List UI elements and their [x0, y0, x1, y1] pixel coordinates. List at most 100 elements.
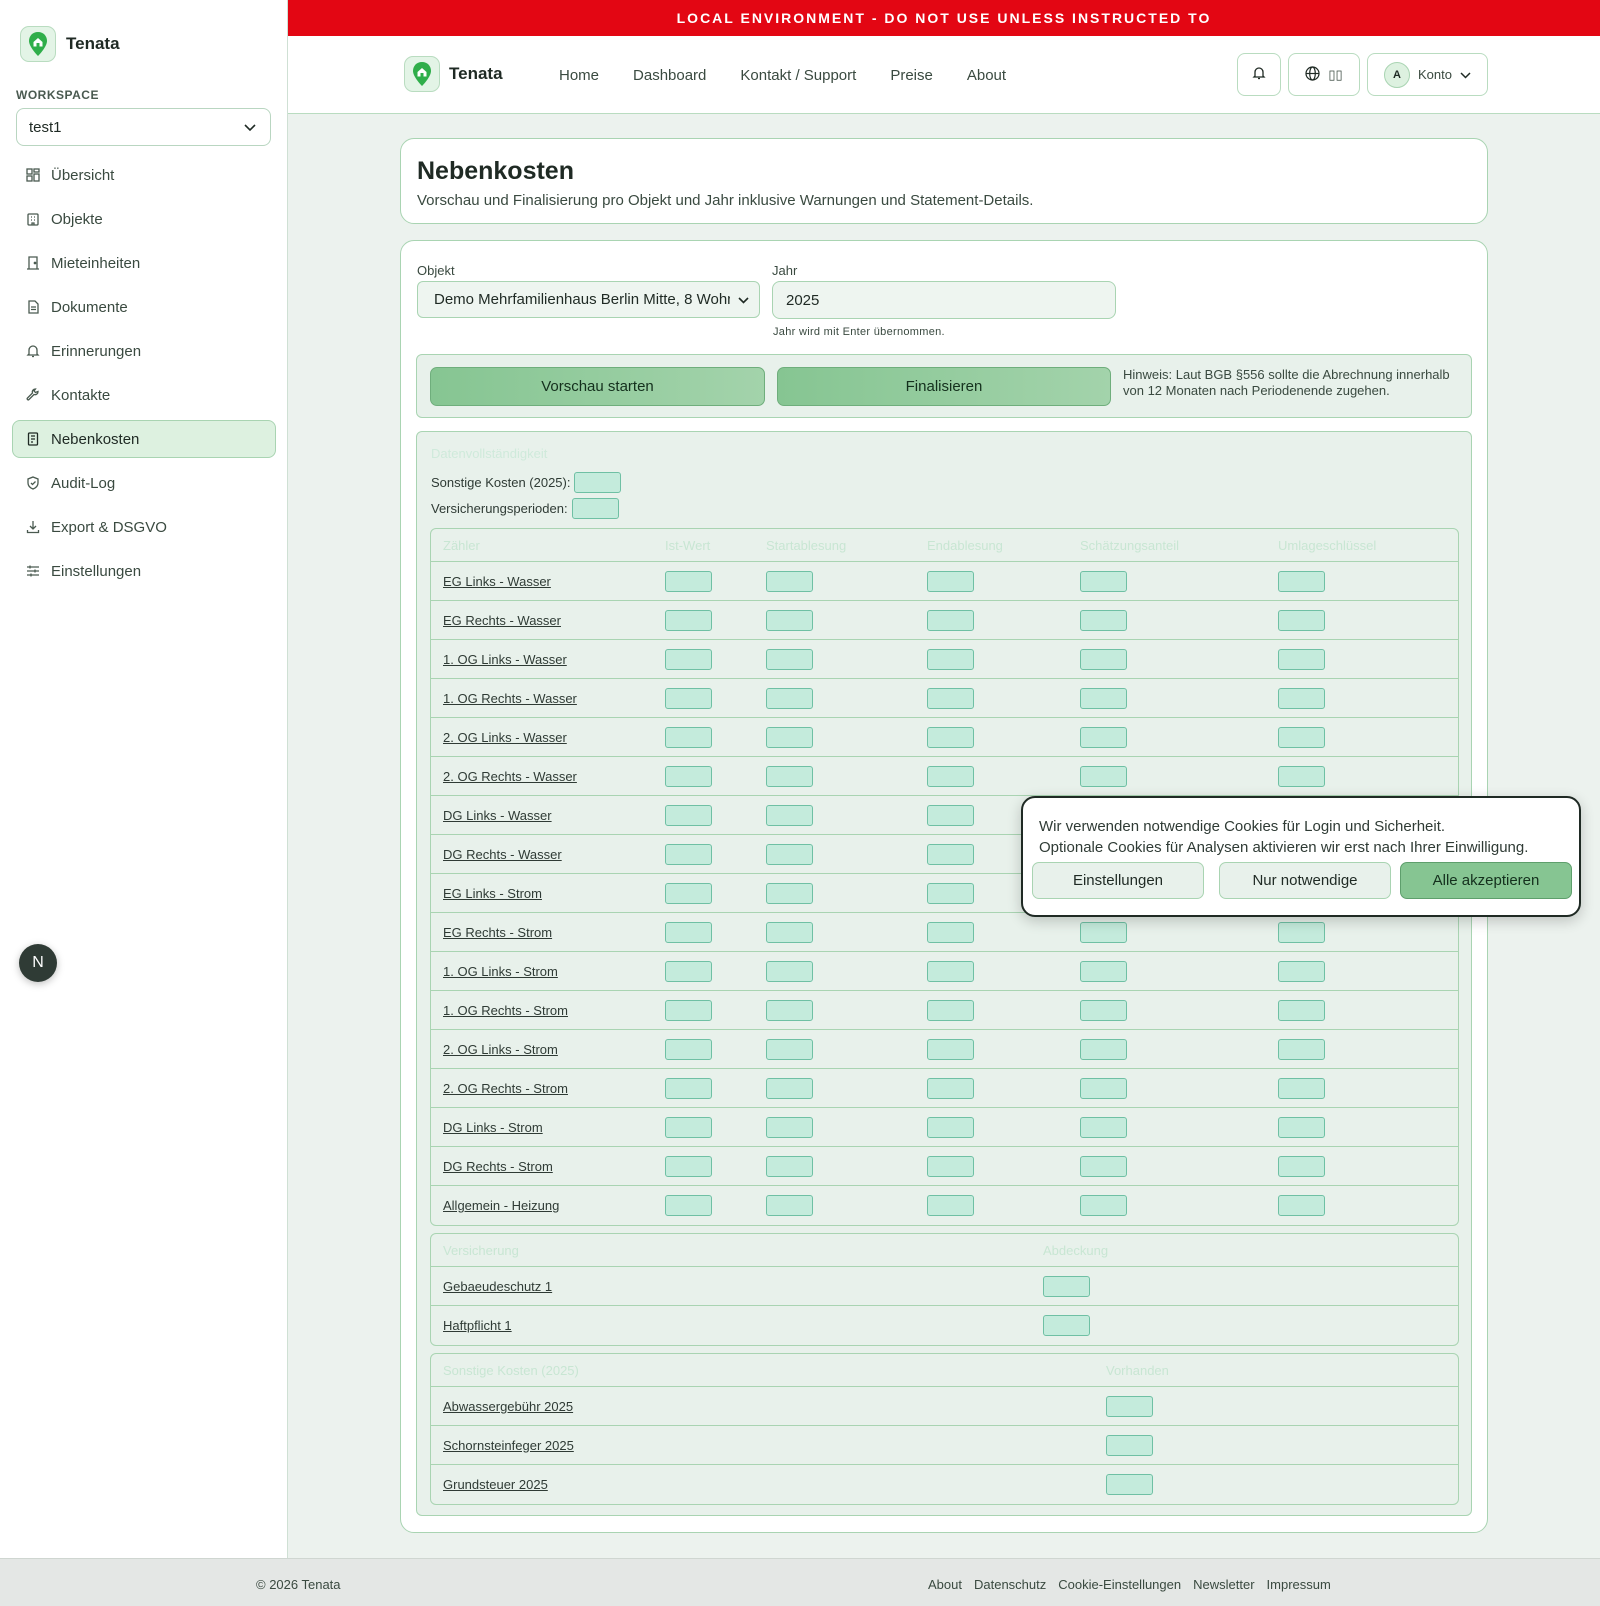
status-chip — [766, 1078, 813, 1099]
row-link[interactable]: Grundsteuer 2025 — [443, 1477, 548, 1492]
notifications-button[interactable] — [1237, 53, 1281, 96]
table-row: EG Links - Wasser — [431, 562, 1458, 601]
object-select[interactable]: Demo Mehrfamilienhaus Berlin Mitte, 8 Wo… — [417, 281, 760, 318]
status-chip — [766, 883, 813, 904]
sidebar-item-kontakte[interactable]: Kontakte — [12, 376, 276, 414]
row-link[interactable]: DG Rechts - Wasser — [443, 847, 562, 862]
status-chip — [766, 844, 813, 865]
results-panel: Datenvollständigkeit Sonstige Kosten (20… — [416, 431, 1472, 1516]
footer-link-datenschutz[interactable]: Datenschutz — [974, 1577, 1046, 1592]
sidebar-item-export-dsgvo[interactable]: Export & DSGVO — [12, 508, 276, 546]
row-link[interactable]: DG Links - Wasser — [443, 808, 552, 823]
status-chip — [665, 844, 712, 865]
row-link[interactable]: EG Links - Strom — [443, 886, 542, 901]
row-link[interactable]: Gebaeudeschutz 1 — [443, 1279, 552, 1294]
table-row: 2. OG Links - Strom — [431, 1030, 1458, 1069]
cookie-settings-button[interactable]: Einstellungen — [1032, 862, 1204, 899]
nav-link-about[interactable]: About — [967, 67, 1006, 84]
preview-button[interactable]: Vorschau starten — [430, 367, 765, 406]
nav-link-kontakt-support[interactable]: Kontakt / Support — [740, 67, 856, 84]
status-chip — [927, 1039, 974, 1060]
sliders-icon — [25, 563, 41, 579]
sidebar-brand[interactable]: Tenata — [20, 26, 120, 62]
footer-link-about[interactable]: About — [928, 1577, 962, 1592]
status-chip — [665, 1156, 712, 1177]
row-link[interactable]: DG Rechts - Strom — [443, 1159, 553, 1174]
footer-link-impressum[interactable]: Impressum — [1267, 1577, 1331, 1592]
nav-link-home[interactable]: Home — [559, 67, 599, 84]
other-costs-summary: Sonstige Kosten (2025): — [431, 472, 622, 493]
sidebar-item-erinnerungen[interactable]: Erinnerungen — [12, 332, 276, 370]
sidebar-item-nebenkosten[interactable]: Nebenkosten — [12, 420, 276, 458]
language-button[interactable]: ▯▯ — [1288, 53, 1360, 96]
status-chip — [665, 922, 712, 943]
status-chip — [1080, 610, 1127, 631]
row-link[interactable]: Haftpflicht 1 — [443, 1318, 512, 1333]
row-link[interactable]: 2. OG Links - Strom — [443, 1042, 558, 1057]
status-chip — [665, 688, 712, 709]
row-link[interactable]: Allgemein - Heizung — [443, 1198, 559, 1213]
row-link[interactable]: 1. OG Rechts - Strom — [443, 1003, 568, 1018]
cookie-necessary-button[interactable]: Nur notwendige — [1219, 862, 1391, 899]
row-link[interactable]: DG Links - Strom — [443, 1120, 543, 1135]
status-chip — [766, 961, 813, 982]
footer-link-newsletter[interactable]: Newsletter — [1193, 1577, 1254, 1592]
row-link[interactable]: EG Rechts - Wasser — [443, 613, 561, 628]
object-value: Demo Mehrfamilienhaus Berlin Mitte, 8 Wo… — [434, 291, 730, 308]
account-menu-button[interactable]: A Konto — [1367, 53, 1488, 96]
row-link[interactable]: 2. OG Links - Wasser — [443, 730, 567, 745]
page-header-card: Nebenkosten Vorschau und Finalisierung p… — [400, 138, 1488, 224]
status-chip — [1080, 1078, 1127, 1099]
status-chip — [927, 727, 974, 748]
page-title: Nebenkosten — [417, 157, 574, 185]
status-chip — [1278, 922, 1325, 943]
other-costs-table: Sonstige Kosten (2025) Vorhanden Abwasse… — [430, 1353, 1459, 1505]
row-link[interactable]: 1. OG Links - Strom — [443, 964, 558, 979]
workspace-select[interactable]: test1 — [16, 108, 271, 146]
status-chip — [1278, 649, 1325, 670]
sidebar-item-dokumente[interactable]: Dokumente — [12, 288, 276, 326]
sidebar-item-audit-log[interactable]: Audit-Log — [12, 464, 276, 502]
status-chip — [665, 571, 712, 592]
table-row: Grundsteuer 2025 — [431, 1465, 1458, 1504]
door-icon — [25, 255, 41, 271]
cookie-accept-all-button[interactable]: Alle akzeptieren — [1400, 862, 1572, 899]
sidebar-nav: Übersicht Objekte Mieteinheiten Dokument… — [12, 156, 276, 596]
table-row: 1. OG Rechts - Strom — [431, 991, 1458, 1030]
copyright: © 2026 Tenata — [256, 1577, 341, 1592]
workspace-label: WORKSPACE — [16, 88, 99, 102]
finalize-button[interactable]: Finalisieren — [777, 367, 1111, 406]
column-header: Endablesung — [927, 538, 1003, 553]
row-link[interactable]: EG Links - Wasser — [443, 574, 551, 589]
row-link[interactable]: 1. OG Links - Wasser — [443, 652, 567, 667]
row-link[interactable]: EG Rechts - Strom — [443, 925, 552, 940]
nav-link-dashboard[interactable]: Dashboard — [633, 67, 706, 84]
avatar: A — [1384, 61, 1410, 88]
status-chip — [1106, 1474, 1153, 1495]
table-row: 1. OG Links - Strom — [431, 952, 1458, 991]
table-row: DG Rechts - Strom — [431, 1147, 1458, 1186]
row-link[interactable]: 2. OG Rechts - Wasser — [443, 769, 577, 784]
sidebar-item-mieteinheiten[interactable]: Mieteinheiten — [12, 244, 276, 282]
sidebar-item-objekte[interactable]: Objekte — [12, 200, 276, 238]
footer-link-cookie-settings[interactable]: Cookie-Einstellungen — [1058, 1577, 1181, 1592]
nav-link-preise[interactable]: Preise — [890, 67, 933, 84]
page-subtitle: Vorschau und Finalisierung pro Objekt un… — [417, 192, 1034, 209]
logo-icon — [404, 56, 440, 92]
header-brand[interactable]: Tenata — [404, 56, 503, 92]
status-chip — [1278, 610, 1325, 631]
row-link[interactable]: 2. OG Rechts - Strom — [443, 1081, 568, 1096]
dev-tools-badge[interactable]: N — [19, 944, 57, 982]
row-link[interactable]: 1. OG Rechts - Wasser — [443, 691, 577, 706]
sidebar-item-einstellungen[interactable]: Einstellungen — [12, 552, 276, 590]
status-chip — [1043, 1276, 1090, 1297]
workspace-value: test1 — [29, 118, 62, 136]
table-row: 1. OG Rechts - Wasser — [431, 679, 1458, 718]
row-link[interactable]: Schornsteinfeger 2025 — [443, 1438, 574, 1453]
year-input[interactable]: 2025 — [772, 281, 1116, 319]
row-link[interactable]: Abwassergebühr 2025 — [443, 1399, 573, 1414]
sidebar-item-label: Übersicht — [51, 166, 115, 184]
sidebar-item-uebersicht[interactable]: Übersicht — [12, 156, 276, 194]
cookie-banner: Wir verwenden notwendige Cookies für Log… — [1021, 796, 1581, 917]
status-chip — [1278, 1039, 1325, 1060]
